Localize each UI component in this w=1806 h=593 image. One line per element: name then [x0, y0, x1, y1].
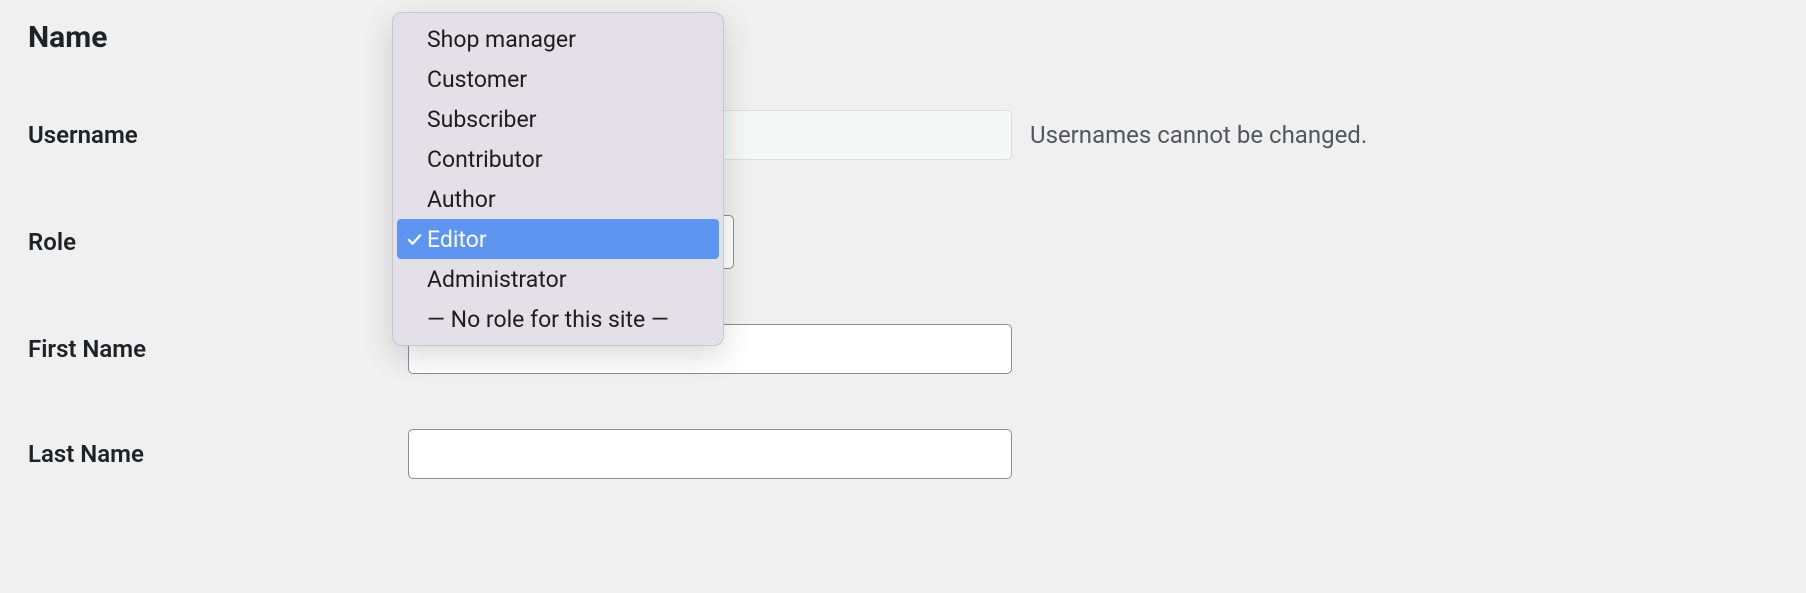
role-option-none[interactable]: — No role for this site —	[393, 299, 723, 339]
first-name-label: First Name	[28, 335, 408, 363]
role-option-editor[interactable]: Editor	[397, 219, 719, 259]
role-option-contributor[interactable]: Contributor	[393, 139, 723, 179]
role-option-author[interactable]: Author	[393, 179, 723, 219]
role-option-customer[interactable]: Customer	[393, 59, 723, 99]
role-label: Role	[28, 228, 408, 256]
role-option-shop-manager[interactable]: Shop manager	[393, 19, 723, 59]
role-option-label: Administrator	[427, 266, 567, 293]
check-icon	[403, 232, 425, 247]
role-dropdown-popup[interactable]: Shop manager Customer Subscriber Contrib…	[392, 12, 724, 346]
role-option-administrator[interactable]: Administrator	[393, 259, 723, 299]
first-name-row: First Name	[28, 324, 1778, 374]
role-row: Role Editor	[28, 215, 1778, 269]
role-option-label: Author	[427, 186, 496, 213]
section-heading: Name	[28, 20, 1778, 55]
last-name-input[interactable]	[408, 429, 1012, 479]
role-option-label: Contributor	[427, 146, 543, 173]
username-label: Username	[28, 121, 408, 149]
role-option-label: Subscriber	[427, 106, 536, 133]
user-name-section: Name Username Usernames cannot be change…	[0, 0, 1806, 554]
role-option-label: Editor	[427, 226, 487, 253]
last-name-field-wrap	[408, 429, 1778, 479]
username-row: Username Usernames cannot be changed.	[28, 110, 1778, 160]
last-name-row: Last Name	[28, 429, 1778, 479]
username-hint: Usernames cannot be changed.	[1030, 121, 1367, 149]
role-option-label: Customer	[427, 66, 527, 93]
last-name-label: Last Name	[28, 440, 408, 468]
role-option-label: — No role for this site —	[427, 306, 669, 333]
role-option-label: Shop manager	[427, 26, 576, 53]
role-option-subscriber[interactable]: Subscriber	[393, 99, 723, 139]
